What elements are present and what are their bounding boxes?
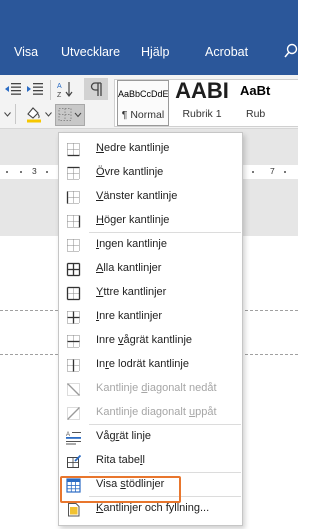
- menu-separator: [89, 232, 241, 233]
- menu-item-draw-table[interactable]: Rita tabell: [59, 451, 242, 472]
- increase-indent-icon[interactable]: [25, 80, 45, 98]
- decrease-indent-icon[interactable]: [3, 80, 23, 98]
- diagonal-up-border-icon: [66, 406, 81, 421]
- all-borders-icon: [66, 262, 81, 277]
- no-border-icon: [66, 238, 81, 253]
- menu-item-view-gridlines[interactable]: Visa stödlinjer: [59, 475, 242, 496]
- style-name-label: Rub: [246, 108, 266, 120]
- menu-item-diagonal-down-border: Kantlinje diagonalt nedåt: [59, 379, 242, 400]
- tab-utvecklare[interactable]: Utvecklare: [61, 45, 120, 59]
- dropdown-arrow-icon[interactable]: [44, 108, 53, 120]
- menu-item-label: Nedre kantlinje: [96, 142, 170, 154]
- style-normal[interactable]: AaBbCcDdE ¶ Normal: [117, 80, 169, 126]
- ruler-number: 7: [270, 166, 275, 176]
- left-border-icon: [66, 190, 81, 205]
- menu-item-label: Inre kantlinjer: [96, 310, 163, 322]
- style-sample-text: AaBt: [240, 83, 271, 98]
- tab-visa[interactable]: Visa: [14, 45, 38, 59]
- menu-item-bottom-border[interactable]: Nedre kantlinje: [59, 139, 242, 160]
- tab-hjalp[interactable]: Hjälp: [141, 45, 170, 59]
- menu-item-label: Rita tabell: [96, 454, 145, 466]
- menu-separator: [89, 424, 241, 425]
- borders-dropdown-menu: Nedre kantlinje Övre kantlinje Vänster kan…: [58, 132, 243, 526]
- menu-item-no-border[interactable]: Ingen kantlinje: [59, 235, 242, 256]
- menu-item-horizontal-line[interactable]: A Vågrät linje: [59, 427, 242, 448]
- view-gridlines-icon: [66, 478, 81, 493]
- style-name-label: ¶ Normal: [121, 109, 165, 121]
- ruler-tick: [284, 171, 286, 173]
- horizontal-line-icon: A: [66, 430, 81, 445]
- shading-icon[interactable]: [24, 104, 44, 124]
- menu-item-diagonal-up-border: Kantlinje diagonalt uppåt: [59, 403, 242, 424]
- dropdown-arrow-icon[interactable]: [3, 107, 12, 121]
- menu-item-label: Yttre kantlinjer: [96, 286, 167, 298]
- styles-gallery: AaBbCcDdE ¶ Normal AABI Rubrik 1 AaBt Ru…: [114, 78, 299, 127]
- menu-item-left-border[interactable]: Vänster kantlinje: [59, 187, 242, 208]
- menu-item-outside-borders[interactable]: Yttre kantlinjer: [59, 283, 242, 304]
- ruler-tick: [46, 171, 48, 173]
- menu-item-label: Kantlinje diagonalt uppåt: [96, 406, 217, 418]
- tab-acrobat[interactable]: Acrobat: [205, 45, 248, 59]
- ribbon-home: AZ AaBbCcDdE ¶ Normal AABI Rubrik 1 AaBt…: [0, 75, 298, 129]
- menu-item-label: Vågrät linje: [96, 430, 152, 442]
- style-sample-text: AABI: [175, 78, 229, 103]
- ribbon-separator: [50, 80, 51, 100]
- menu-separator: [89, 496, 241, 497]
- menu-item-label: Vänster kantlinje: [96, 190, 178, 202]
- ruler-tick: [252, 171, 254, 173]
- bottom-border-icon: [66, 142, 81, 157]
- draw-table-icon: [66, 454, 82, 469]
- search-icon[interactable]: [284, 43, 298, 59]
- menu-separator: [89, 472, 241, 473]
- menu-item-borders-and-shading[interactable]: Kantlinjer och fyllning...: [59, 499, 242, 520]
- ribbon-separator: [15, 104, 16, 124]
- svg-text:Z: Z: [57, 92, 62, 98]
- svg-text:A: A: [57, 83, 62, 90]
- outside-borders-icon: [66, 286, 81, 301]
- menu-item-inside-borders[interactable]: Inre kantlinjer: [59, 307, 242, 328]
- menu-item-top-border[interactable]: Övre kantlinje: [59, 163, 242, 184]
- paragraph-mark-icon[interactable]: [84, 78, 108, 100]
- menu-item-label: Ingen kantlinje: [96, 238, 167, 250]
- inside-vertical-border-icon: [66, 358, 81, 373]
- inside-horizontal-border-icon: [66, 334, 81, 349]
- diagonal-down-border-icon: [66, 382, 81, 397]
- menu-item-all-borders[interactable]: Alla kantlinjer: [59, 259, 242, 280]
- menu-item-label: Visa stödlinjer: [96, 478, 165, 490]
- menu-item-inside-vertical-border[interactable]: Inre lodrät kantlinje: [59, 355, 242, 376]
- menu-item-label: Övre kantlinje: [96, 166, 164, 178]
- ruler-tick: [20, 171, 22, 173]
- style-heading-1[interactable]: AABI Rubrik 1: [172, 78, 232, 126]
- menu-item-label: Höger kantlinje: [96, 214, 170, 226]
- menu-item-right-border[interactable]: Höger kantlinje: [59, 211, 242, 232]
- borders-icon[interactable]: [55, 104, 85, 126]
- ruler-tick: [6, 171, 8, 173]
- menu-item-label: Inre vågrät kantlinje: [96, 334, 193, 346]
- menu-item-inside-horizontal-border[interactable]: Inre vågrät kantlinje: [59, 331, 242, 352]
- top-border-icon: [66, 166, 81, 181]
- menu-item-label: Alla kantlinjer: [96, 262, 162, 274]
- menu-item-label: Inre lodrät kantlinje: [96, 358, 189, 370]
- menu-item-label: Kantlinjer och fyllning...: [96, 502, 210, 514]
- style-sample-text: AaBbCcDdE: [118, 89, 168, 99]
- menu-item-label: Kantlinje diagonalt nedåt: [96, 382, 217, 394]
- inside-borders-icon: [66, 310, 81, 325]
- ruler-number: 3: [32, 166, 37, 176]
- style-heading-2[interactable]: AaBt Rub: [235, 80, 299, 126]
- right-border-icon: [66, 214, 81, 229]
- ribbon-tab-bar: Visa Utvecklare Hjälp Acrobat: [0, 0, 298, 75]
- sort-icon[interactable]: AZ: [55, 79, 77, 99]
- style-name-label: Rubrik 1: [182, 108, 222, 120]
- borders-and-shading-icon: [66, 502, 81, 517]
